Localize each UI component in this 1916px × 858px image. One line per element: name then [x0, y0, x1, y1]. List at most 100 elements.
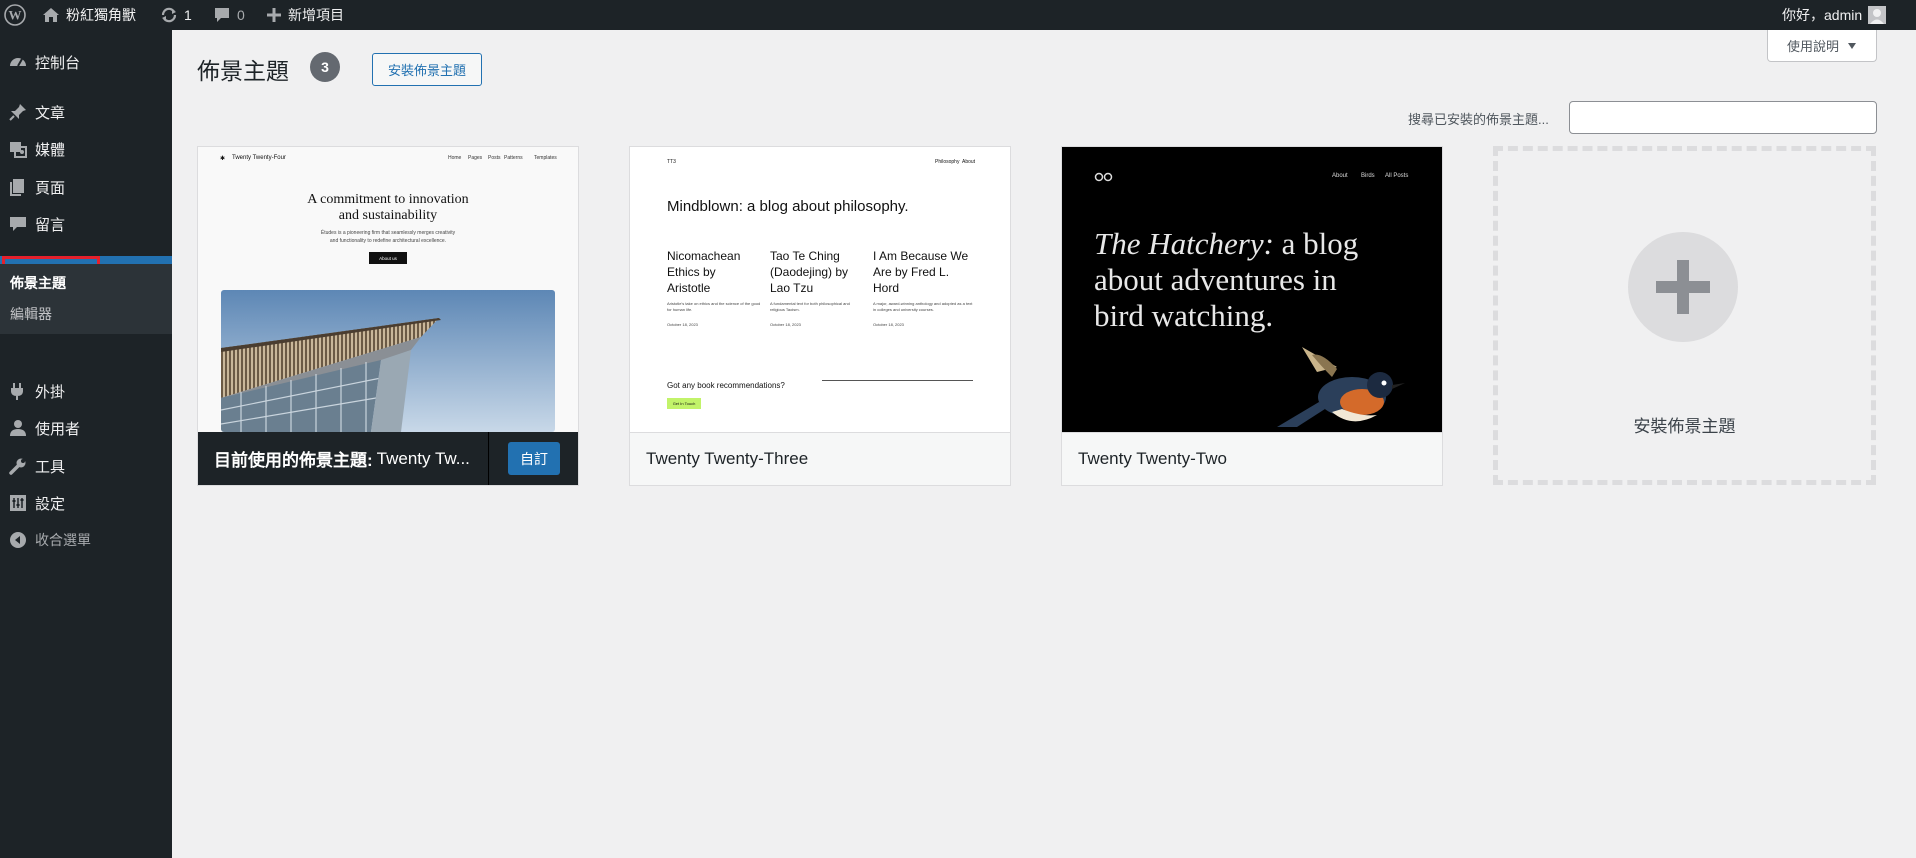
- preview-building-image: [221, 290, 555, 432]
- updates-icon: [160, 6, 178, 24]
- preview-post-title-line: Lao Tzu: [770, 281, 814, 295]
- home-icon: [42, 7, 60, 23]
- preview-heading: The Hatchery: a blog about adventures in…: [1094, 226, 1358, 334]
- sidebar-item-dashboard[interactable]: 控制台: [0, 44, 172, 80]
- dropdown-arrow-icon: [1847, 42, 1857, 50]
- plugin-icon: [8, 381, 28, 401]
- preview-post-title-line: Nicomachean: [667, 249, 741, 263]
- preview-post-title: Nicomachean Ethics by Aristotle: [667, 248, 740, 296]
- sidebar-item-tools[interactable]: 工具: [0, 448, 172, 484]
- sidebar-item-label: 工具: [35, 458, 66, 476]
- new-label: 新增項目: [288, 7, 344, 23]
- sidebar-item-settings[interactable]: 設定: [0, 485, 172, 521]
- add-new-theme-button[interactable]: 安裝佈景主題: [372, 53, 482, 86]
- sidebar-item-pages[interactable]: 頁面: [0, 169, 172, 205]
- preview-nav: About: [962, 159, 976, 165]
- sidebar-item-label: 設定: [35, 495, 66, 513]
- preview-body-line: Études is a pioneering firm that seamles…: [320, 230, 456, 236]
- theme-name: Twenty Tw...: [376, 448, 470, 468]
- active-theme-footer: 目前使用的佈景主題: Twenty Tw... 自訂: [198, 432, 578, 485]
- help-tab-button[interactable]: 使用說明: [1767, 30, 1877, 62]
- add-theme-label[interactable]: 安裝佈景主題: [1493, 412, 1876, 437]
- search-input[interactable]: [1569, 101, 1877, 134]
- media-icon: [8, 139, 28, 159]
- theme-footer: Twenty Twenty-Two: [1062, 432, 1442, 485]
- theme-screenshot[interactable]: TT3 Philosophy About Mindblown: a blog a…: [630, 147, 1010, 432]
- wordpress-logo-icon[interactable]: W: [4, 0, 26, 30]
- pushpin-icon: [8, 102, 28, 122]
- preview-divider: [822, 380, 973, 381]
- theme-name: Twenty Twenty-Two: [1078, 449, 1227, 468]
- preview-post-title-line: Are by Fred L.: [873, 265, 950, 279]
- preview-body-line: and functionality to redefine architectu…: [329, 238, 447, 244]
- comment-icon: [8, 214, 28, 234]
- theme-card[interactable]: TT3 Philosophy About Mindblown: a blog a…: [629, 146, 1011, 486]
- preview-post-title-line: Hord: [873, 281, 900, 295]
- preview-heading: A commitment to innovation and sustainab…: [198, 192, 578, 224]
- theme-screenshot[interactable]: ✱ Twenty Twenty-Four Home Pages Posts Pa…: [198, 147, 578, 432]
- theme-card[interactable]: About Birds All Posts The Hatchery: a bl…: [1061, 146, 1443, 486]
- settings-icon: [8, 493, 28, 513]
- preview-post-title: I Am Because We Are by Fred L. Hord: [873, 248, 968, 296]
- preview-heading-line: about adventures in: [1094, 262, 1337, 297]
- plus-icon: [266, 7, 282, 23]
- search-label: 搜尋已安裝的佈景主題...: [1408, 112, 1549, 127]
- preview-heading-line: A commitment to innovation: [307, 192, 469, 207]
- preview-post-title-line: I Am Because We: [873, 249, 969, 263]
- preview-post-title: Tao Te Ching (Daodejing) by Lao Tzu: [770, 248, 848, 296]
- submenu-item-themes[interactable]: 佈景主題: [10, 273, 66, 293]
- preview-post-date: October 18, 2023: [770, 322, 801, 327]
- preview-nav: Birds: [1361, 173, 1375, 179]
- pages-icon: [8, 177, 28, 197]
- preview-post-excerpt: A fundamental text for both philosophica…: [770, 301, 850, 312]
- admin-bar: W 粉紅獨角獸 1 0 新增項目 你好，admin: [0, 0, 1916, 30]
- new-content-link[interactable]: 新增項目: [266, 0, 344, 30]
- greeting: 你好，admin: [1782, 7, 1863, 23]
- preview-post-date: October 18, 2023: [873, 322, 904, 327]
- plus-icon: [1656, 260, 1710, 314]
- preview-post-title-line: Aristotle: [667, 281, 711, 295]
- customize-button[interactable]: 自訂: [508, 442, 560, 475]
- sidebar-item-label: 使用者: [35, 420, 81, 438]
- add-theme-plus-circle[interactable]: [1628, 232, 1738, 342]
- preview-cta: Got any book recommendations?: [667, 381, 785, 390]
- preview-post-excerpt: A major, award-winning anthology and ado…: [873, 301, 973, 312]
- preview-site-title: TT3: [667, 159, 676, 165]
- preview-heading: Mindblown: a blog about philosophy.: [667, 198, 909, 215]
- preview-logo-icon: ✱: [220, 156, 226, 162]
- footer-divider: [488, 432, 489, 485]
- comments-link[interactable]: 0: [213, 0, 245, 30]
- page-title: 佈景主題: [197, 58, 289, 84]
- avatar: [1868, 6, 1887, 24]
- theme-screenshot[interactable]: About Birds All Posts The Hatchery: a bl…: [1062, 147, 1442, 432]
- updates-count: 1: [184, 7, 192, 23]
- preview-nav: Posts: [488, 155, 501, 161]
- preview-post-title-line: (Daodejing) by: [770, 265, 849, 279]
- site-name-link[interactable]: 粉紅獨角獸: [42, 0, 136, 30]
- preview-nav: Templates: [534, 155, 557, 161]
- my-account-link[interactable]: 你好，admin: [1782, 0, 1887, 30]
- collapse-menu-button[interactable]: 收合選單: [0, 522, 172, 558]
- sidebar-item-users[interactable]: 使用者: [0, 410, 172, 446]
- sidebar-item-comments[interactable]: 留言: [0, 206, 172, 242]
- submenu-item-editor[interactable]: 編輯器: [10, 304, 52, 324]
- sidebar-item-plugins[interactable]: 外掛: [0, 373, 172, 409]
- preview-nav: All Posts: [1385, 173, 1409, 179]
- preview-logo-icon: [1094, 172, 1114, 182]
- preview-heading-line: bird watching.: [1094, 298, 1274, 333]
- theme-card-active[interactable]: ✱ Twenty Twenty-Four Home Pages Posts Pa…: [197, 146, 579, 486]
- preview-post-title-line: Ethics by: [667, 265, 716, 279]
- theme-count-badge: 3: [310, 52, 340, 82]
- bird-illustration: [1277, 347, 1417, 432]
- sidebar-item-media[interactable]: 媒體: [0, 131, 172, 167]
- theme-footer: Twenty Twenty-Three: [630, 432, 1010, 485]
- preview-post-title-line: Tao Te Ching: [770, 249, 840, 263]
- comment-icon: [213, 6, 231, 24]
- preview-nav: Pages: [468, 155, 483, 161]
- sidebar-item-posts[interactable]: 文章: [0, 94, 172, 130]
- svg-text:W: W: [9, 8, 22, 23]
- preview-heading-italic: The Hatchery:: [1094, 226, 1274, 261]
- preview-button: About us: [369, 252, 407, 264]
- preview-site-title: Twenty Twenty-Four: [232, 155, 286, 161]
- updates-link[interactable]: 1: [160, 0, 192, 30]
